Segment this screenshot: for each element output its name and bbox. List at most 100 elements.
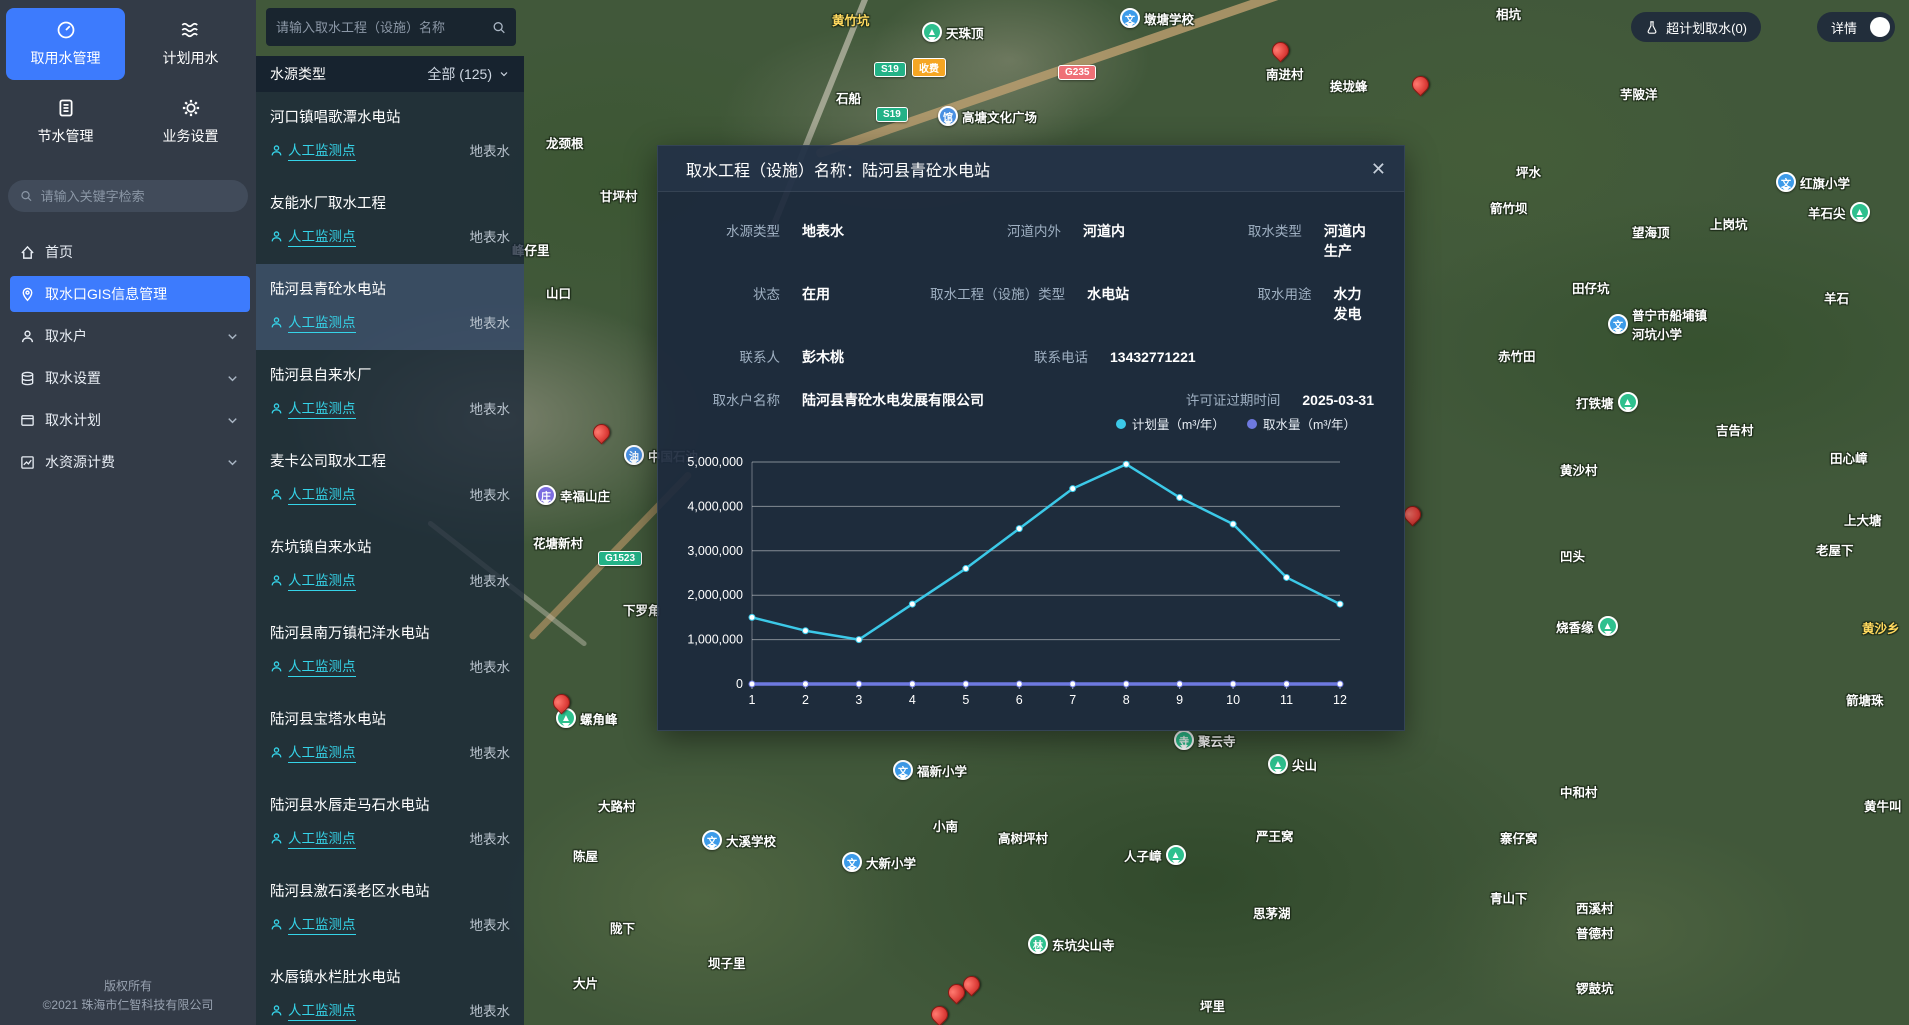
menu-item-gis-info-management[interactable]: 取水口GIS信息管理 bbox=[10, 276, 250, 312]
field-label: 取水工程（设施）类型 bbox=[915, 283, 1065, 303]
map-label-text: 甘坪村 bbox=[600, 186, 638, 205]
menu-item-water-intake-plan[interactable]: 取水计划 bbox=[10, 402, 250, 438]
module-business-settings[interactable]: 业务设置 bbox=[131, 86, 250, 158]
detail-toggle-label: 详情 bbox=[1831, 18, 1857, 37]
legend-item-plan[interactable]: 计划量（m³/年） bbox=[1116, 414, 1225, 433]
map-poi-label: 幸福山庄 bbox=[560, 486, 610, 505]
field-cell: 取水户名称陆河县青砼水电发展有限公司 bbox=[688, 389, 984, 410]
waves-icon bbox=[181, 20, 201, 40]
map-poi-temple[interactable]: 寺聚云寺 bbox=[1174, 730, 1236, 750]
manual-monitor-link[interactable]: 人工监测点 bbox=[270, 569, 356, 591]
map-label-text: 芋陂洋 bbox=[1620, 84, 1658, 103]
menu-item-home[interactable]: 首页 bbox=[10, 234, 250, 270]
module-water-intake-management[interactable]: 取用水管理 bbox=[6, 8, 125, 80]
map-poi-school[interactable]: 文普宁市船埔镇河坑小学 bbox=[1608, 305, 1707, 343]
map-poi-mountain[interactable]: 羊石尖▲ bbox=[1808, 202, 1870, 222]
manual-monitor-link[interactable]: 人工监测点 bbox=[270, 999, 356, 1021]
map-pin-marker[interactable] bbox=[1268, 38, 1292, 62]
manual-monitor-link[interactable]: 人工监测点 bbox=[270, 397, 356, 419]
manual-monitor-link[interactable]: 人工监测点 bbox=[270, 827, 356, 849]
manual-monitor-link[interactable]: 人工监测点 bbox=[270, 913, 356, 935]
temple-icon: 寺 bbox=[1174, 730, 1194, 750]
map-poi-school[interactable]: 文大溪学校 bbox=[702, 830, 776, 850]
manual-monitor-link[interactable]: 人工监测点 bbox=[270, 311, 356, 333]
school-icon: 文 bbox=[702, 830, 722, 850]
legend-item-actual[interactable]: 取水量（m³/年） bbox=[1247, 414, 1356, 433]
map-label-text: 黄竹坑 bbox=[832, 10, 870, 29]
list-item[interactable]: 陆河县青砼水电站人工监测点地表水 bbox=[256, 264, 524, 350]
flask-icon bbox=[1645, 20, 1659, 35]
manual-monitor-link[interactable]: 人工监测点 bbox=[270, 225, 356, 247]
map-poi-trees[interactable]: 林东坑尖山寺 bbox=[1028, 934, 1115, 954]
sidebar-menu: 首页 取水口GIS信息管理 取水户 取水设置 取水计划 bbox=[0, 234, 256, 480]
list-item[interactable]: 陆河县水唇走马石水电站人工监测点地表水 bbox=[256, 780, 524, 866]
map-poi-mountain[interactable]: 人子嶂▲ bbox=[1124, 845, 1186, 865]
menu-item-water-intake-settings[interactable]: 取水设置 bbox=[10, 360, 250, 396]
map-label-text: 严王窝 bbox=[1256, 826, 1294, 845]
menu-item-water-users[interactable]: 取水户 bbox=[10, 318, 250, 354]
map-poi-school[interactable]: 文红旗小学 bbox=[1776, 172, 1850, 192]
map-poi-resort[interactable]: 庄幸福山庄 bbox=[536, 485, 610, 505]
map-poi-mountain[interactable]: 打铁塘▲ bbox=[1576, 392, 1638, 412]
field-value: 彭木桃 bbox=[802, 347, 844, 367]
list-item[interactable]: 陆河县自来水厂人工监测点地表水 bbox=[256, 350, 524, 436]
field-cell: 取水用途水力发电 bbox=[1220, 283, 1374, 324]
list-item[interactable]: 陆河县宝塔水电站人工监测点地表水 bbox=[256, 694, 524, 780]
y-axis-tick-label: 5,000,000 bbox=[687, 455, 743, 469]
over-plan-intake-badge[interactable]: 超计划取水(0) bbox=[1631, 12, 1761, 42]
road-shield: S19 bbox=[876, 107, 908, 122]
manual-monitor-link[interactable]: 人工监测点 bbox=[270, 139, 356, 161]
menu-item-water-resource-billing[interactable]: 水资源计费 bbox=[10, 444, 250, 480]
field-cell: 联系人彭木桃 bbox=[688, 346, 938, 367]
map-poi-mountain[interactable]: ▲螺角峰 bbox=[556, 708, 618, 728]
map-place-label: 老屋下 bbox=[1816, 540, 1854, 559]
field-label: 状态 bbox=[688, 283, 780, 303]
module-planned-water-use[interactable]: 计划用水 bbox=[131, 8, 250, 80]
map-place-label: 上岗坑 bbox=[1710, 214, 1748, 233]
list-item[interactable]: 麦卡公司取水工程人工监测点地表水 bbox=[256, 436, 524, 522]
legend-label: 取水量（m³/年） bbox=[1263, 414, 1356, 433]
map-poi-mountain[interactable]: ▲尖山 bbox=[1268, 754, 1317, 774]
x-axis-tick-label: 6 bbox=[1016, 693, 1023, 707]
list-item[interactable]: 陆河县南万镇杞洋水电站人工监测点地表水 bbox=[256, 608, 524, 694]
map-poi-mountain[interactable]: 烧香缘▲ bbox=[1556, 616, 1618, 636]
module-label: 节水管理 bbox=[38, 126, 94, 146]
map-place-label: 黄竹坑 bbox=[832, 10, 870, 29]
manual-monitor-link[interactable]: 人工监测点 bbox=[270, 655, 356, 677]
list-item[interactable]: 陆河县激石溪老区水电站人工监测点地表水 bbox=[256, 866, 524, 952]
source-type-filter[interactable]: 水源类型 全部 (125) bbox=[256, 56, 524, 92]
map-poi-school[interactable]: 文大新小学 bbox=[842, 852, 916, 872]
map-pin-marker[interactable] bbox=[589, 420, 613, 444]
field-value: 水力发电 bbox=[1334, 284, 1374, 324]
module-switcher: 取用水管理 计划用水 节水管理 业务设置 bbox=[0, 0, 256, 168]
school-icon: 文 bbox=[1120, 8, 1140, 28]
petrol-icon: 油 bbox=[624, 445, 644, 465]
module-water-saving-management[interactable]: 节水管理 bbox=[6, 86, 125, 158]
list-item[interactable]: 河口镇唱歌潭水电站人工监测点地表水 bbox=[256, 92, 524, 178]
filter-label: 水源类型 bbox=[270, 64, 326, 84]
close-icon[interactable]: ✕ bbox=[1371, 160, 1386, 178]
list-item[interactable]: 友能水厂取水工程人工监测点地表水 bbox=[256, 178, 524, 264]
water-source-type: 地表水 bbox=[470, 312, 511, 332]
menu-label: 取水户 bbox=[45, 326, 87, 346]
map-pin-marker[interactable] bbox=[1408, 72, 1432, 96]
map-label-text: 坝子里 bbox=[708, 953, 746, 972]
toggle-knob[interactable] bbox=[1870, 17, 1890, 37]
map-poi-mountain[interactable]: ▲天珠顶 bbox=[922, 22, 984, 42]
menu-label: 取水设置 bbox=[45, 368, 101, 388]
facility-search-input[interactable] bbox=[276, 20, 492, 35]
manual-monitor-link[interactable]: 人工监测点 bbox=[270, 483, 356, 505]
map-label-text: 大路村 bbox=[598, 796, 636, 815]
map-poi-culture[interactable]: 馆高塘文化广场 bbox=[938, 106, 1037, 126]
map-poi-school[interactable]: 文墩塘学校 bbox=[1120, 8, 1194, 28]
sidebar-search-input[interactable] bbox=[41, 189, 236, 204]
search-icon[interactable] bbox=[492, 20, 506, 35]
map-pin-marker[interactable] bbox=[927, 1002, 951, 1025]
detail-toggle[interactable]: 详情 bbox=[1817, 12, 1895, 42]
water-source-type: 地表水 bbox=[470, 1000, 511, 1020]
list-item[interactable]: 东坑镇自来水站人工监测点地表水 bbox=[256, 522, 524, 608]
map-label-text: 凹头 bbox=[1560, 546, 1585, 565]
list-item[interactable]: 水唇镇水栏肚水电站人工监测点地表水 bbox=[256, 952, 524, 1025]
map-poi-school[interactable]: 文福新小学 bbox=[893, 760, 967, 780]
manual-monitor-link[interactable]: 人工监测点 bbox=[270, 741, 356, 763]
